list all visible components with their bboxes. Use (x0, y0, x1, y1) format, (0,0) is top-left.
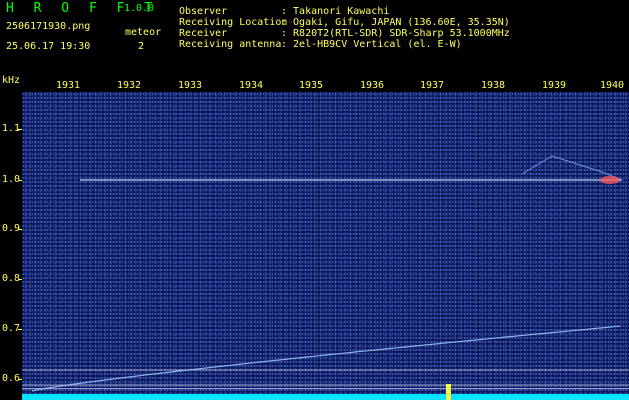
y-tick-label: 1.0 (1, 174, 20, 185)
y-tick-label: 1.1 (1, 123, 20, 134)
baseline-bar (22, 394, 629, 400)
x-tick-label: 1932 (116, 80, 142, 91)
header-panel: H R O F F T 1.0.0 2506171930.png 25.06.1… (0, 0, 629, 66)
y-tick-label: 0.7 (1, 323, 20, 334)
y-axis-unit: kHz (1, 75, 20, 86)
x-tick-label: 1938 (480, 80, 506, 91)
app-version: 1.0.0 (124, 3, 155, 14)
x-tick-label: 1939 (541, 80, 567, 91)
y-tick-label: 0.9 (1, 223, 20, 234)
x-tick-label: 1935 (298, 80, 324, 91)
y-tick-label: 0.8 (1, 273, 20, 284)
drifting-signal (31, 325, 621, 392)
x-tick-label: 1937 (419, 80, 445, 91)
file-name: 2506171930.png (6, 21, 91, 32)
info-key-antenna: Receiving antenna (179, 39, 282, 50)
x-tick-label: 1931 (55, 80, 81, 91)
x-tick-label: 1936 (359, 80, 385, 91)
y-tick-label: 0.6 (1, 373, 20, 384)
meteor-count: 2 (138, 41, 145, 52)
meteor-echo (600, 176, 620, 184)
meteor-label: meteor (125, 27, 162, 38)
baseline-spike (446, 384, 451, 400)
date-time: 25.06.17 19:30 (6, 41, 91, 52)
x-tick-label: 1940 (599, 80, 625, 91)
x-tick-label: 1933 (177, 80, 203, 91)
spectrogram-overlay (22, 155, 629, 400)
x-tick-label: 1934 (238, 80, 264, 91)
info-value-antenna: : 2el-HB9CV Vertical (el. E-W) (281, 39, 462, 50)
